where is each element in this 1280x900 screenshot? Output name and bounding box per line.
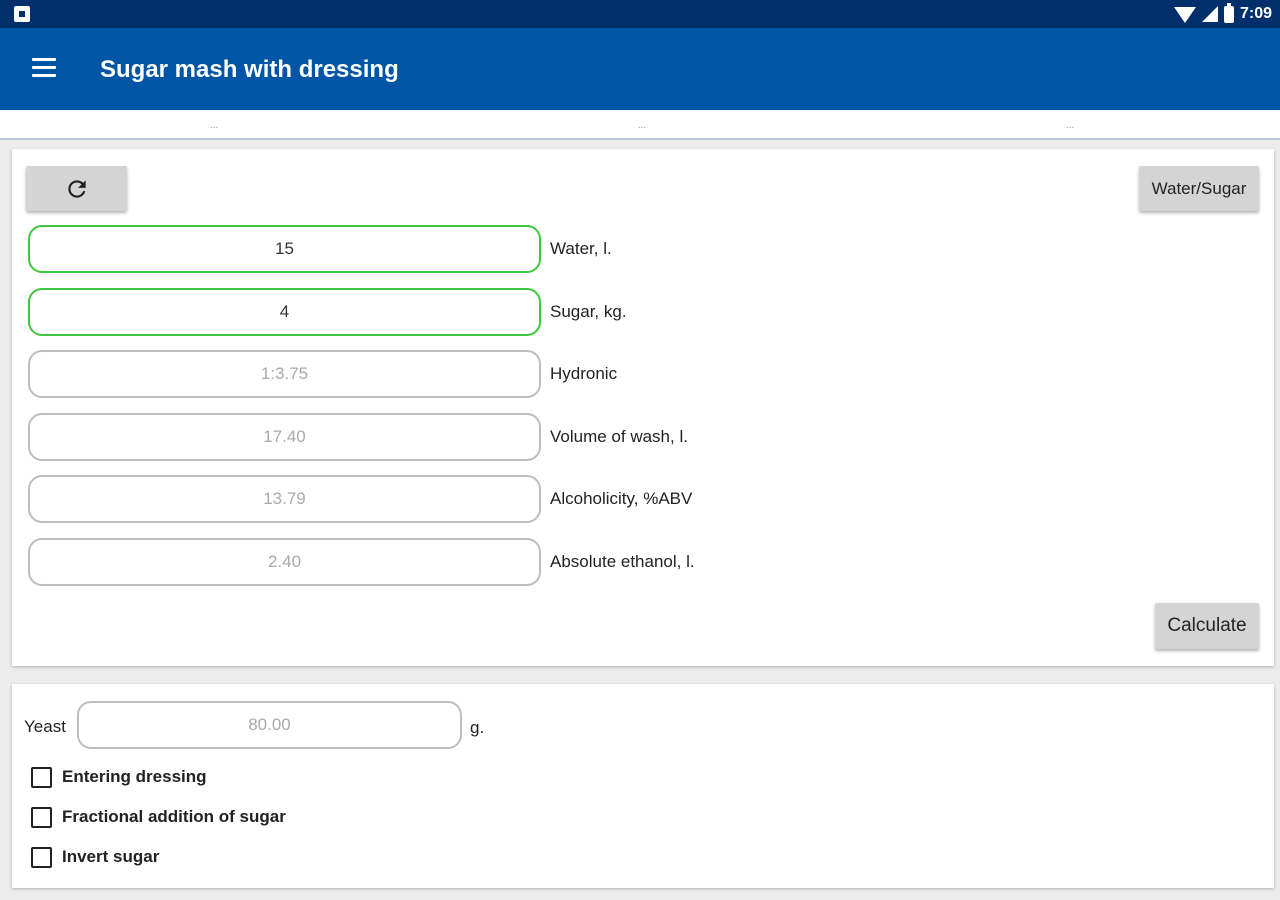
fractional-sugar-checkbox[interactable]	[31, 806, 52, 828]
battery-icon	[1223, 2, 1234, 23]
options-card: Yeast g. Entering dressing Fractional ad…	[12, 684, 1274, 888]
water-sugar-button[interactable]: Water/Sugar	[1139, 166, 1259, 211]
entering-dressing-option[interactable]: Entering dressing	[31, 764, 207, 790]
ethanol-field	[28, 538, 541, 586]
ethanol-label: Absolute ethanol, l.	[550, 552, 695, 571]
wifi-icon	[1173, 7, 1196, 23]
tab-1[interactable]: ...	[0, 120, 428, 131]
fractional-sugar-label: Fractional addition of sugar	[62, 807, 286, 826]
app-bar: Sugar mash with dressing	[0, 28, 1280, 110]
entering-dressing-checkbox[interactable]	[31, 766, 52, 788]
yeast-unit: g.	[470, 718, 485, 737]
tab-2[interactable]: ...	[428, 120, 856, 131]
status-indicators: 7:09	[1173, 2, 1272, 24]
tab-strip: ... ... ...	[0, 110, 1280, 140]
tab-3[interactable]: ...	[856, 120, 1280, 131]
water-input[interactable]	[28, 225, 541, 273]
entering-dressing-label: Entering dressing	[62, 767, 207, 786]
volume-label: Volume of wash, l.	[550, 427, 688, 446]
volume-field	[28, 413, 541, 461]
invert-sugar-label: Invert sugar	[62, 847, 160, 866]
page-title: Sugar mash with dressing	[100, 56, 399, 83]
status-time: 7:09	[1239, 5, 1272, 22]
calculator-card: Water/Sugar Water, l. Sugar, kg. Hydroni…	[12, 149, 1274, 666]
water-label: Water, l.	[550, 239, 612, 258]
yeast-field	[77, 701, 462, 749]
signal-icon	[1201, 6, 1218, 22]
status-bar: 7:09	[0, 0, 1280, 28]
notification-icon	[14, 6, 30, 22]
sugar-label: Sugar, kg.	[550, 302, 627, 321]
invert-sugar-checkbox[interactable]	[31, 846, 52, 868]
yeast-label: Yeast	[24, 717, 66, 736]
hydronic-field	[28, 350, 541, 398]
fractional-sugar-option[interactable]: Fractional addition of sugar	[31, 804, 286, 830]
refresh-icon	[67, 179, 86, 198]
sugar-input[interactable]	[28, 288, 541, 336]
menu-icon[interactable]	[32, 58, 56, 78]
hydronic-label: Hydronic	[550, 364, 618, 383]
alcoholicity-field	[28, 475, 541, 523]
calculate-button[interactable]: Calculate	[1155, 603, 1259, 649]
invert-sugar-option[interactable]: Invert sugar	[31, 844, 159, 870]
alcoholicity-label: Alcoholicity, %ABV	[550, 489, 693, 508]
refresh-button[interactable]	[26, 166, 127, 211]
